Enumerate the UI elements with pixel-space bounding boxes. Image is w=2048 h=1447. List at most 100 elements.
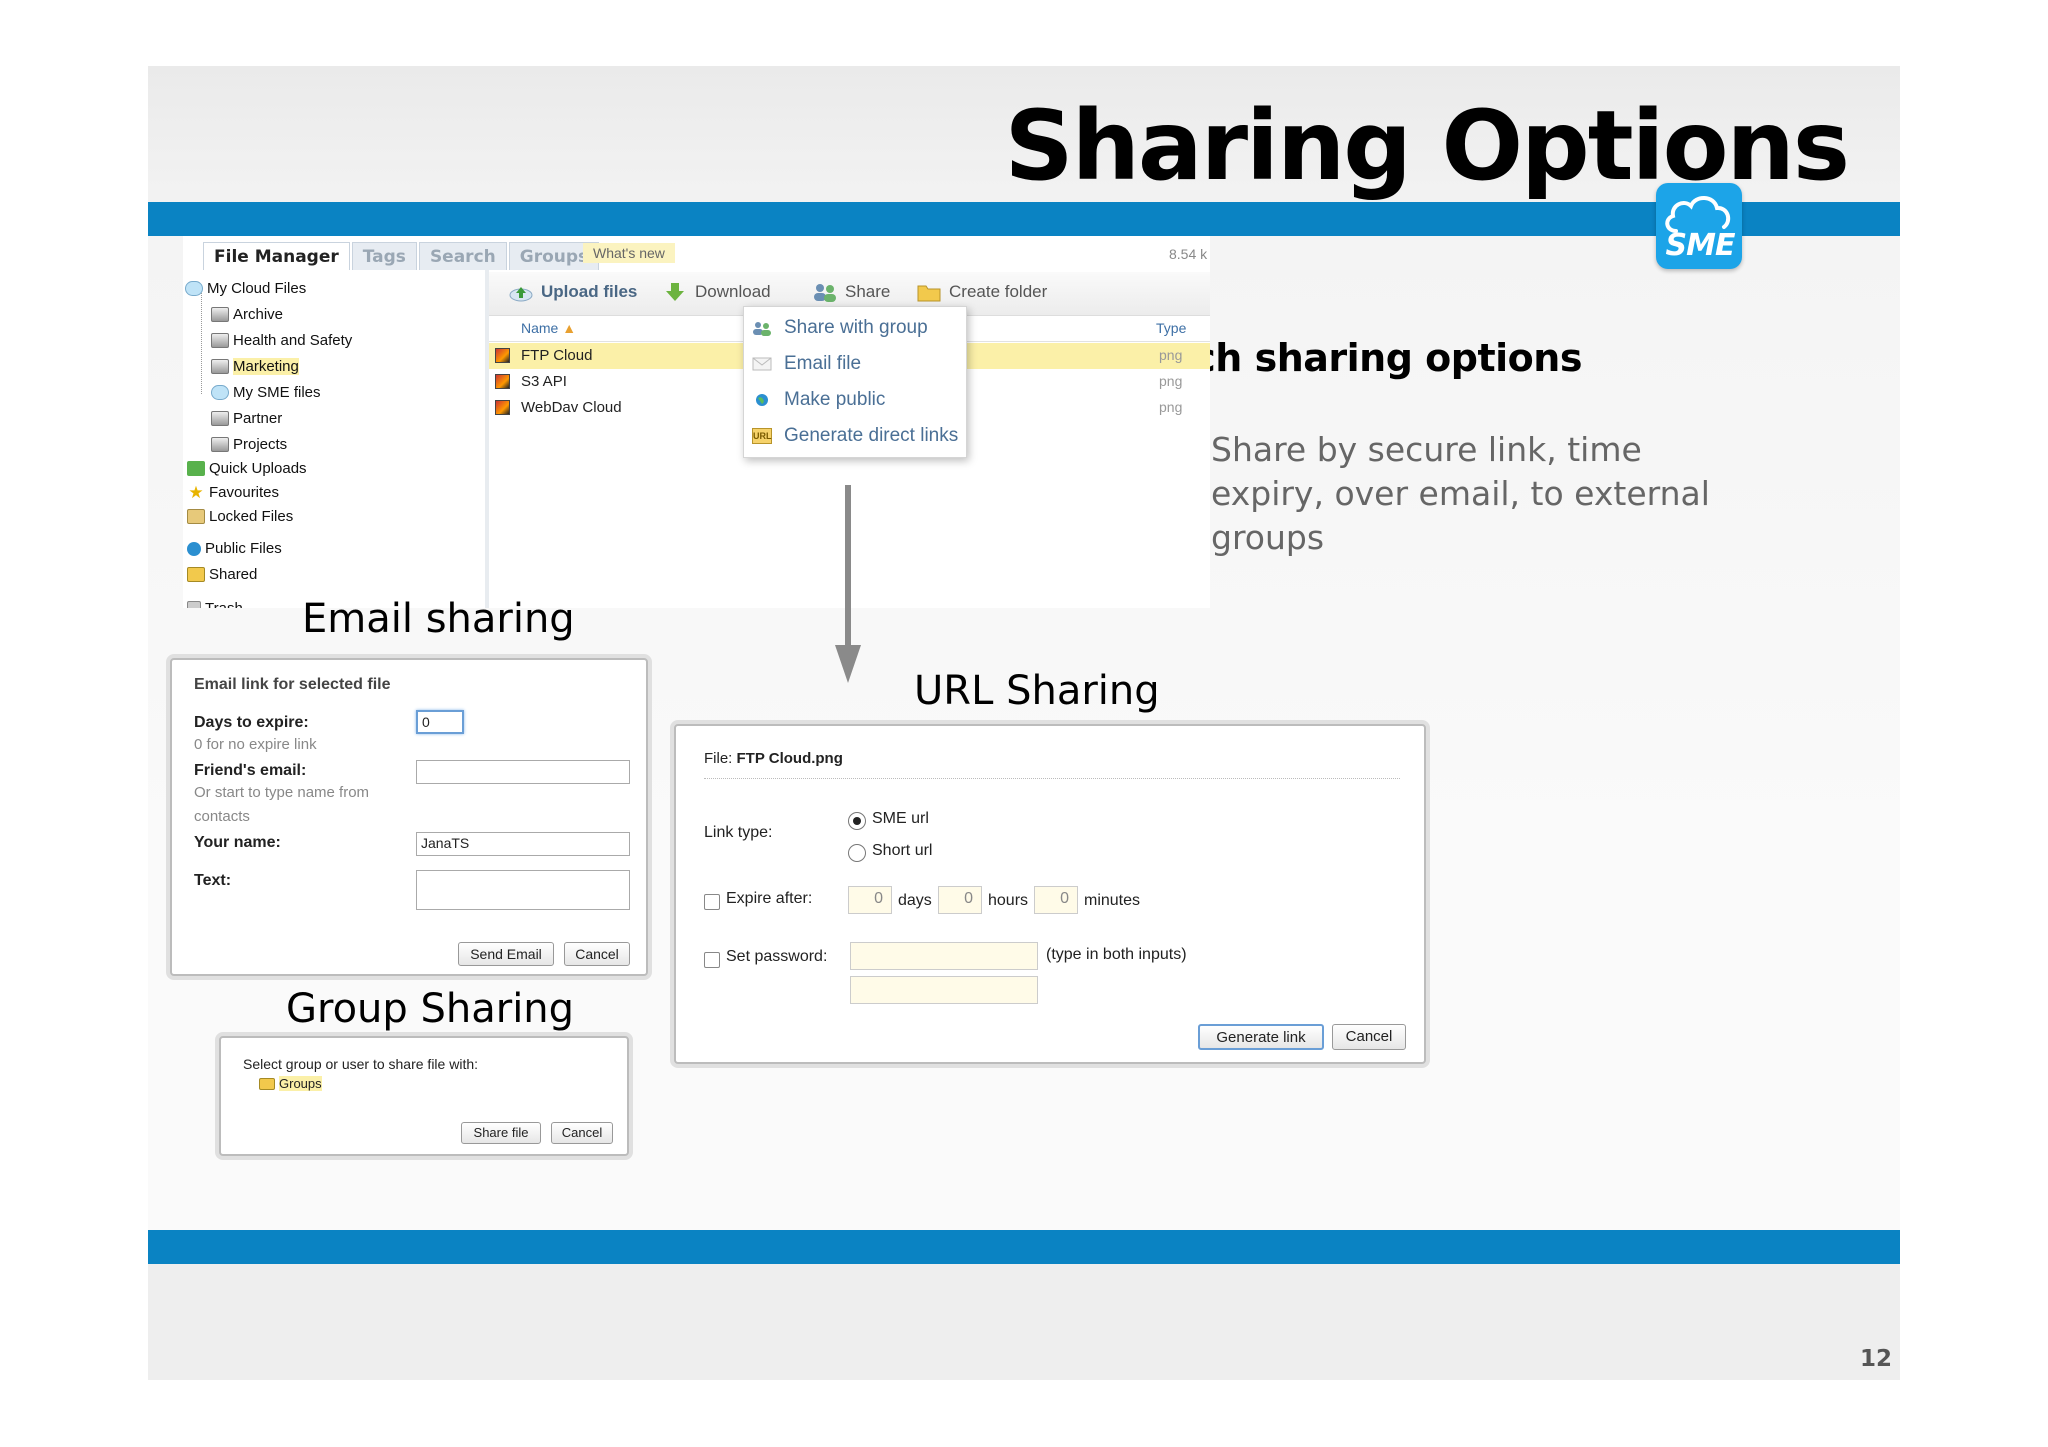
your-name-label: Your name: (194, 834, 281, 851)
tab-tags[interactable]: Tags (351, 242, 417, 270)
lock-icon (187, 509, 205, 524)
tree-item-projects[interactable]: Projects (211, 436, 287, 453)
file-manager-tabs: File Manager Tags Search Groups (203, 242, 601, 270)
image-file-icon (495, 348, 510, 363)
people-icon (753, 322, 771, 336)
tree-item-quick-uploads[interactable]: Quick Uploads (187, 460, 307, 477)
password-confirm-input[interactable] (850, 976, 1038, 1004)
days-unit: days (898, 892, 932, 909)
tab-file-manager[interactable]: File Manager (203, 242, 350, 270)
tree-label: My Cloud Files (207, 280, 307, 297)
upload-files-button[interactable]: Upload files (509, 282, 637, 302)
share-file-button[interactable]: Share file (461, 1122, 541, 1144)
your-name-input[interactable]: JanaTS (416, 832, 630, 856)
column-name-label: Name (521, 320, 559, 336)
friends-email-input[interactable] (416, 760, 630, 784)
tree-item-public-files[interactable]: Public Files (187, 540, 282, 557)
menu-label: Generate direct links (784, 425, 959, 446)
set-password-label: Set password: (726, 948, 828, 965)
caption-url-sharing: URL Sharing (914, 668, 1160, 714)
url-share-dialog: File: FTP Cloud.png Link type: SME url S… (674, 724, 1426, 1064)
bullet-heading: Rich sharing options (1152, 336, 1582, 380)
menu-label: Share with group (784, 317, 928, 338)
image-file-icon (495, 400, 510, 415)
set-password-checkbox[interactable] (704, 952, 720, 968)
sme-logo: SME (1656, 183, 1742, 269)
send-email-button[interactable]: Send Email (458, 942, 554, 966)
cancel-group-button[interactable]: Cancel (551, 1122, 613, 1144)
group-share-dialog: Select group or user to share file with:… (219, 1036, 629, 1156)
tree-item-my-sme-files[interactable]: My SME files (211, 384, 321, 401)
cancel-url-button[interactable]: Cancel (1332, 1024, 1406, 1050)
menu-email-file[interactable]: Email file (752, 353, 861, 375)
tree-label: Trash (205, 600, 243, 608)
download-button[interactable]: Download (663, 282, 771, 302)
tree-label: Shared (209, 566, 258, 583)
tree-item-favourites[interactable]: ★ Favourites (187, 484, 279, 501)
friends-email-hint: Or start to type name from (194, 784, 370, 801)
sort-asc-icon: ▲ (562, 320, 577, 336)
column-name[interactable]: Name ▲ (521, 320, 576, 336)
days-to-expire-input[interactable]: 0 (416, 710, 464, 734)
caption-group-sharing: Group Sharing (286, 986, 575, 1032)
groups-folder-icon (259, 1077, 275, 1090)
tree-item-archive[interactable]: Archive (211, 306, 283, 323)
footer-band (148, 1230, 1900, 1264)
menu-label: Make public (784, 389, 886, 410)
menu-generate-links[interactable]: URL Generate direct links (752, 425, 958, 447)
cancel-email-button[interactable]: Cancel (564, 942, 630, 966)
whats-new-link[interactable]: What's new (583, 243, 675, 263)
minutes-input[interactable]: 0 (1034, 886, 1078, 914)
tree-label: Partner (233, 410, 283, 427)
sme-folder-icon (211, 385, 229, 400)
tree-item-my-cloud-files[interactable]: My Cloud Files (185, 280, 306, 297)
tree-item-trash[interactable]: Trash (187, 600, 243, 608)
tab-search[interactable]: Search (418, 242, 507, 270)
share-button[interactable]: Share (813, 282, 890, 302)
globe-icon (187, 541, 201, 556)
tree-label: Locked Files (209, 508, 294, 525)
column-type[interactable]: Type (1156, 320, 1186, 336)
password-input[interactable] (850, 942, 1038, 970)
globe-icon (756, 394, 768, 406)
file-type: png (1159, 373, 1183, 389)
file-type: png (1159, 347, 1183, 363)
menu-share-with-group[interactable]: Share with group (752, 317, 928, 339)
storage-size: 8.54 k (1169, 246, 1208, 262)
file-label: File: (704, 750, 733, 767)
image-file-icon (495, 374, 510, 389)
tree-item-marketing[interactable]: Marketing (211, 358, 299, 375)
groups-tree-item[interactable]: Groups (259, 1076, 322, 1091)
folder-icon (211, 307, 229, 322)
days-to-expire-hint: 0 for no expire link (194, 736, 317, 753)
footer-area: 12 (148, 1264, 1900, 1380)
tree-label: Public Files (205, 540, 282, 557)
email-dialog-title: Email link for selected file (194, 676, 391, 693)
folder-tree: My Cloud Files Archive Health and Safety… (183, 270, 489, 608)
down-arrow-icon (835, 485, 861, 683)
tree-item-shared[interactable]: Shared (187, 566, 257, 583)
file-info: File: FTP Cloud.png (704, 750, 843, 767)
envelope-icon (752, 357, 772, 371)
tree-item-partner[interactable]: Partner (211, 410, 282, 427)
expire-after-label: Expire after: (726, 890, 813, 907)
hours-input[interactable]: 0 (938, 886, 982, 914)
expire-after-checkbox[interactable] (704, 894, 720, 910)
sme-url-radio[interactable] (848, 812, 866, 830)
folder-icon (211, 333, 229, 348)
menu-make-public[interactable]: Make public (752, 389, 885, 411)
short-url-radio[interactable] (848, 844, 866, 862)
tree-label: Marketing (233, 358, 299, 375)
tree-item-locked-files[interactable]: Locked Files (187, 508, 293, 525)
text-label: Text: (194, 872, 232, 889)
generate-link-button[interactable]: Generate link (1198, 1024, 1324, 1050)
create-folder-button[interactable]: Create folder (917, 282, 1047, 302)
days-to-expire-label: Days to expire: (194, 714, 309, 731)
people-icon (814, 284, 836, 302)
password-hint: (type in both inputs) (1046, 946, 1187, 963)
message-textarea[interactable] (416, 870, 630, 910)
short-url-label: Short url (872, 842, 933, 859)
group-prompt: Select group or user to share file with: (243, 1056, 479, 1072)
tree-item-health-safety[interactable]: Health and Safety (211, 332, 352, 349)
days-input[interactable]: 0 (848, 886, 892, 914)
